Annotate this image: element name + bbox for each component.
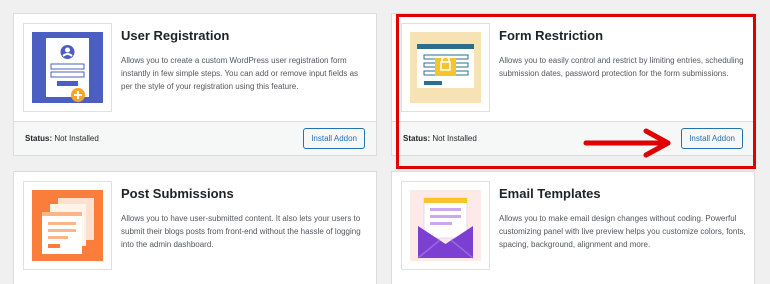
addon-status: Status: Not Installed: [25, 134, 99, 143]
addon-card-post-submissions: Post Submissions Allows you to have user…: [13, 171, 377, 284]
status-value: Not Installed: [54, 134, 99, 143]
addon-description: Allows you to create a custom WordPress …: [121, 56, 359, 91]
arrow-right-icon: [583, 128, 671, 158]
addon-title: Email Templates: [499, 186, 601, 201]
email-templates-thumbnail: [401, 181, 490, 270]
addon-card-user-registration: User Registration Allows you to create a…: [13, 13, 377, 156]
addon-card-email-templates: Email Templates Allows you to make email…: [391, 171, 755, 284]
addon-description: Allows you to make email design changes …: [499, 214, 746, 249]
addon-description: Allows you to have user-submitted conten…: [121, 214, 361, 249]
form-restriction-thumbnail: [401, 23, 490, 112]
status-value: Not Installed: [432, 134, 477, 143]
status-label: Status:: [25, 134, 53, 143]
user-registration-icon: [32, 32, 103, 103]
addon-status: Status: Not Installed: [403, 134, 477, 143]
install-addon-button[interactable]: Install Addon: [681, 128, 743, 149]
addon-title: Form Restriction: [499, 28, 604, 43]
addon-title: Post Submissions: [121, 186, 234, 201]
post-submissions-thumbnail: [23, 181, 112, 270]
addon-description: Allows you to easily control and restric…: [499, 56, 744, 78]
addon-footer: Status: Not Installed Install Addon: [14, 121, 376, 155]
addon-card-form-restriction: Form Restriction Allows you to easily co…: [391, 13, 755, 156]
addon-title: User Registration: [121, 28, 230, 43]
email-templates-icon: [410, 190, 481, 261]
status-label: Status:: [403, 134, 431, 143]
install-addon-button[interactable]: Install Addon: [303, 128, 365, 149]
addon-footer: Status: Not Installed Install Addon: [392, 121, 754, 155]
user-registration-thumbnail: [23, 23, 112, 112]
form-restriction-icon: [410, 32, 481, 103]
post-submissions-icon: [32, 190, 103, 261]
